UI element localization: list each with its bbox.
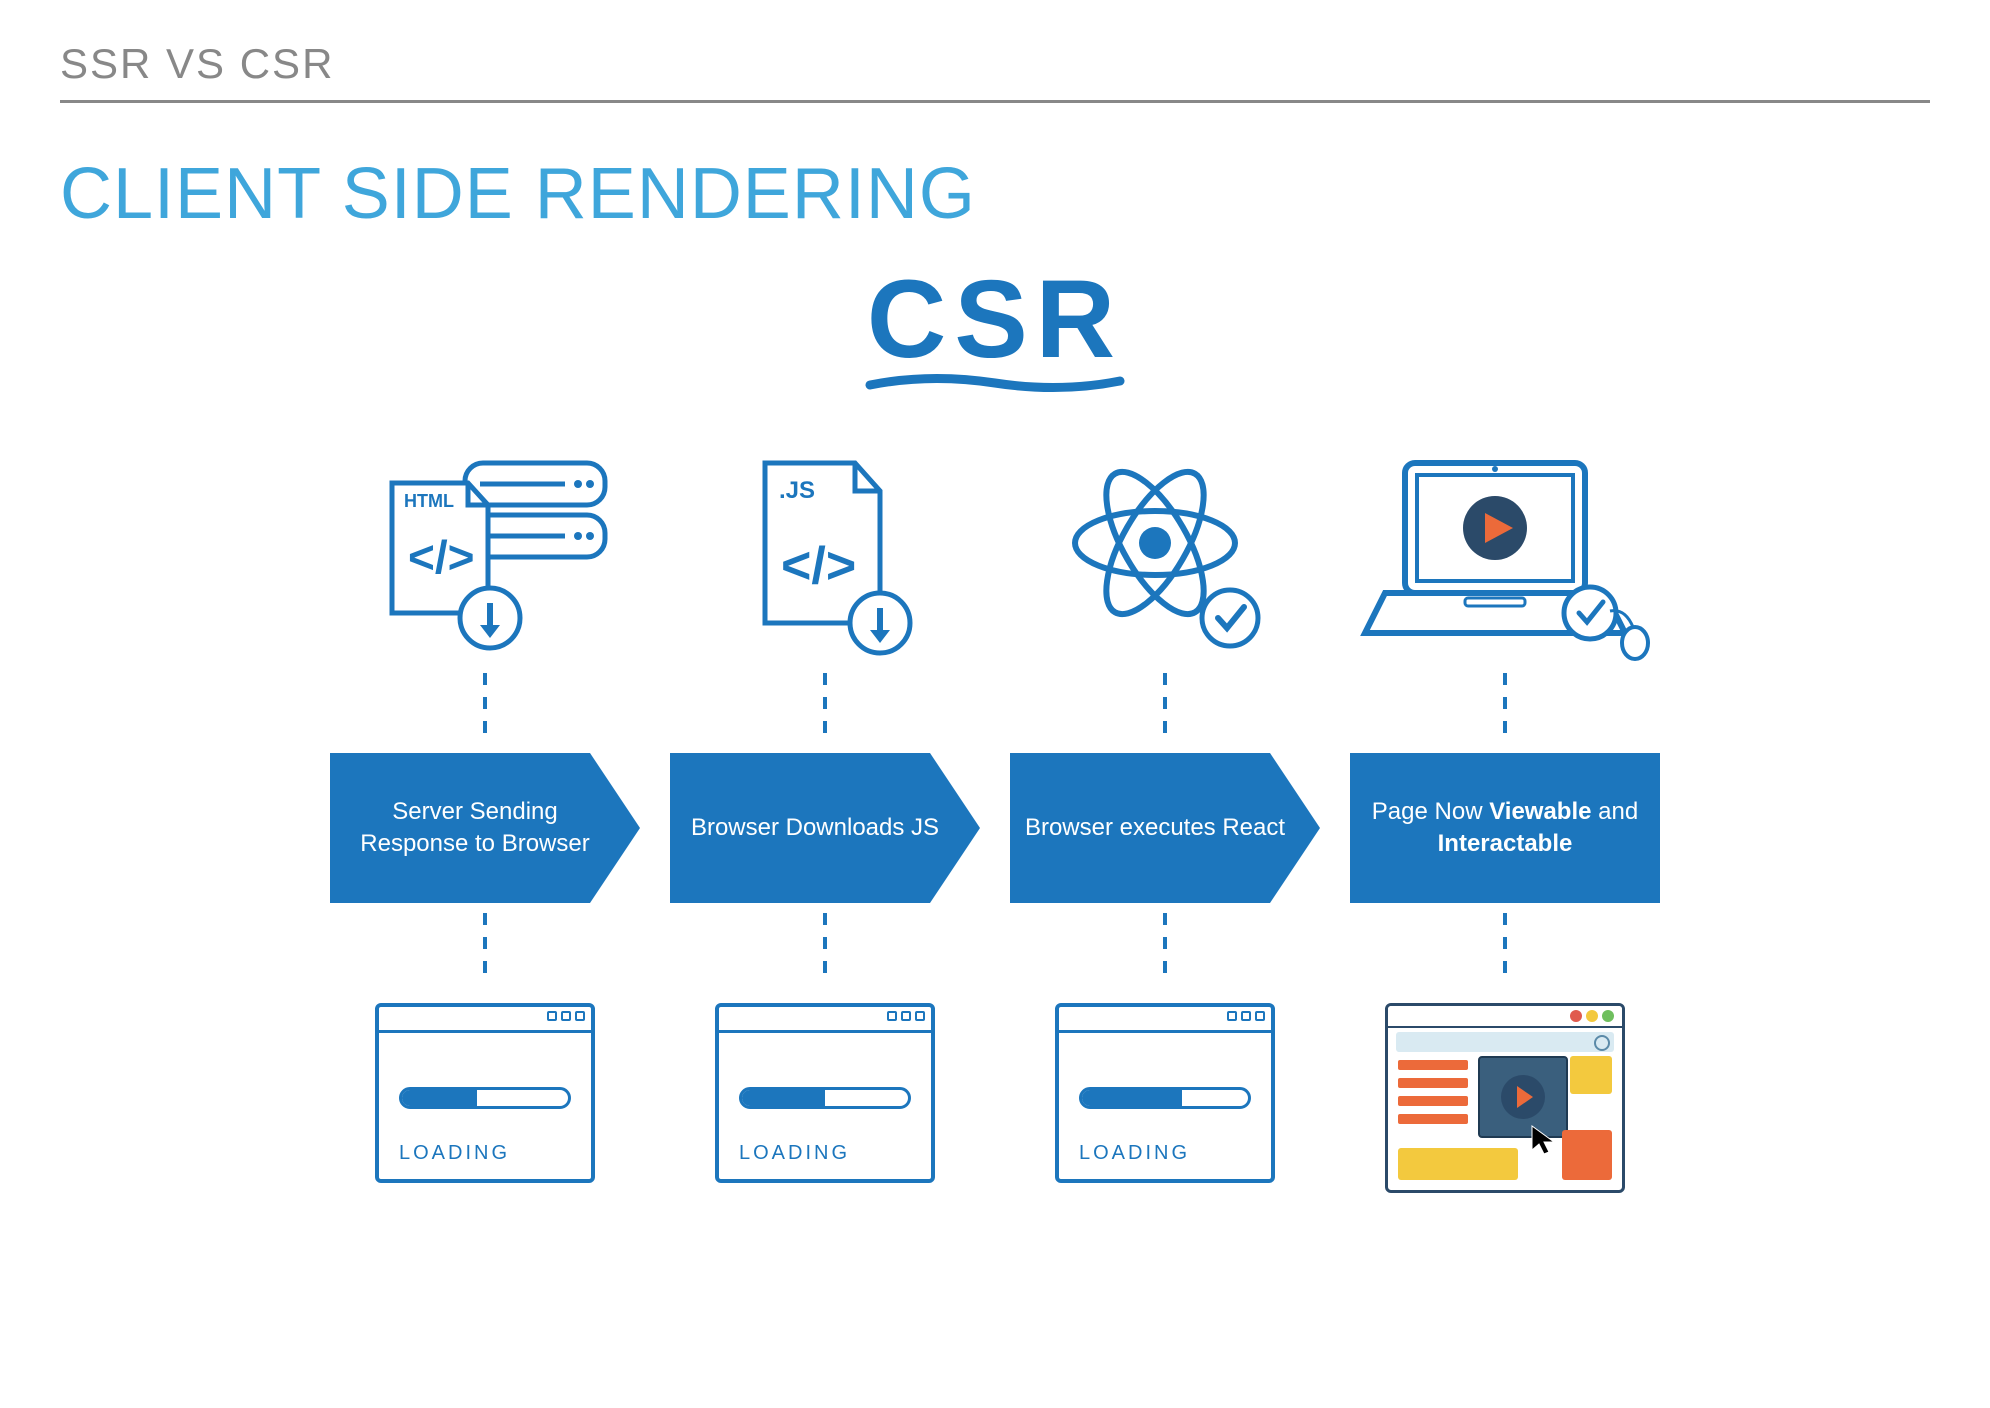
step-label: Page Now Viewable and Interactable (1350, 796, 1660, 861)
connector-dash (1163, 673, 1167, 743)
rendered-browser-icon (1350, 993, 1660, 1193)
connector-dash (483, 673, 487, 743)
csr-acronym: CSR (867, 265, 1123, 375)
loading-browser-icon: LOADING (330, 993, 640, 1193)
step-arrow: Browser Downloads JS (670, 753, 980, 903)
loading-browser-icon: LOADING (1010, 993, 1320, 1193)
connector-dash (823, 913, 827, 983)
react-logo-icon (1010, 433, 1320, 663)
laptop-play-icon (1350, 433, 1660, 663)
js-file-download-icon: .JS </> (670, 433, 980, 663)
header-divider (60, 100, 1930, 103)
connector-dash (1163, 913, 1167, 983)
step-4: Page Now Viewable and Interactable (1350, 433, 1660, 1193)
js-badge-text: .JS (779, 477, 815, 504)
step-3: Browser executes React LOADING (1010, 433, 1320, 1193)
step-arrow: Browser executes React (1010, 753, 1320, 903)
page-title: CLIENT SIDE RENDERING (60, 153, 1930, 235)
step-1: HTML </> Server Sending Response to Brow… (330, 433, 640, 1193)
connector-dash (483, 913, 487, 983)
cursor-icon (1530, 1124, 1558, 1156)
svg-text:</>: </> (781, 537, 856, 595)
connector-dash (1503, 673, 1507, 743)
loading-label: LOADING (399, 1142, 510, 1165)
connector-dash (1503, 913, 1507, 983)
html-badge-text: HTML (404, 491, 454, 511)
loading-browser-icon: LOADING (670, 993, 980, 1193)
step-label: Browser executes React (1015, 812, 1315, 844)
csr-diagram: CSR HTML (60, 265, 1930, 1193)
csr-underline-icon (865, 371, 1125, 393)
steps-row: HTML </> Server Sending Response to Brow… (330, 433, 1660, 1193)
loading-label: LOADING (739, 1142, 850, 1165)
step-arrow-final: Page Now Viewable and Interactable (1350, 753, 1660, 903)
loading-label: LOADING (1079, 1142, 1190, 1165)
connector-dash (823, 673, 827, 743)
step-label: Server Sending Response to Browser (330, 796, 640, 861)
svg-text:</>: </> (408, 531, 475, 583)
header-section-label: SSR VS CSR (60, 40, 1930, 88)
step-2: .JS </> Browser Downloads JS (670, 433, 980, 1193)
html-server-download-icon: HTML </> (330, 433, 640, 663)
step-arrow: Server Sending Response to Browser (330, 753, 640, 903)
step-label: Browser Downloads JS (681, 812, 969, 844)
